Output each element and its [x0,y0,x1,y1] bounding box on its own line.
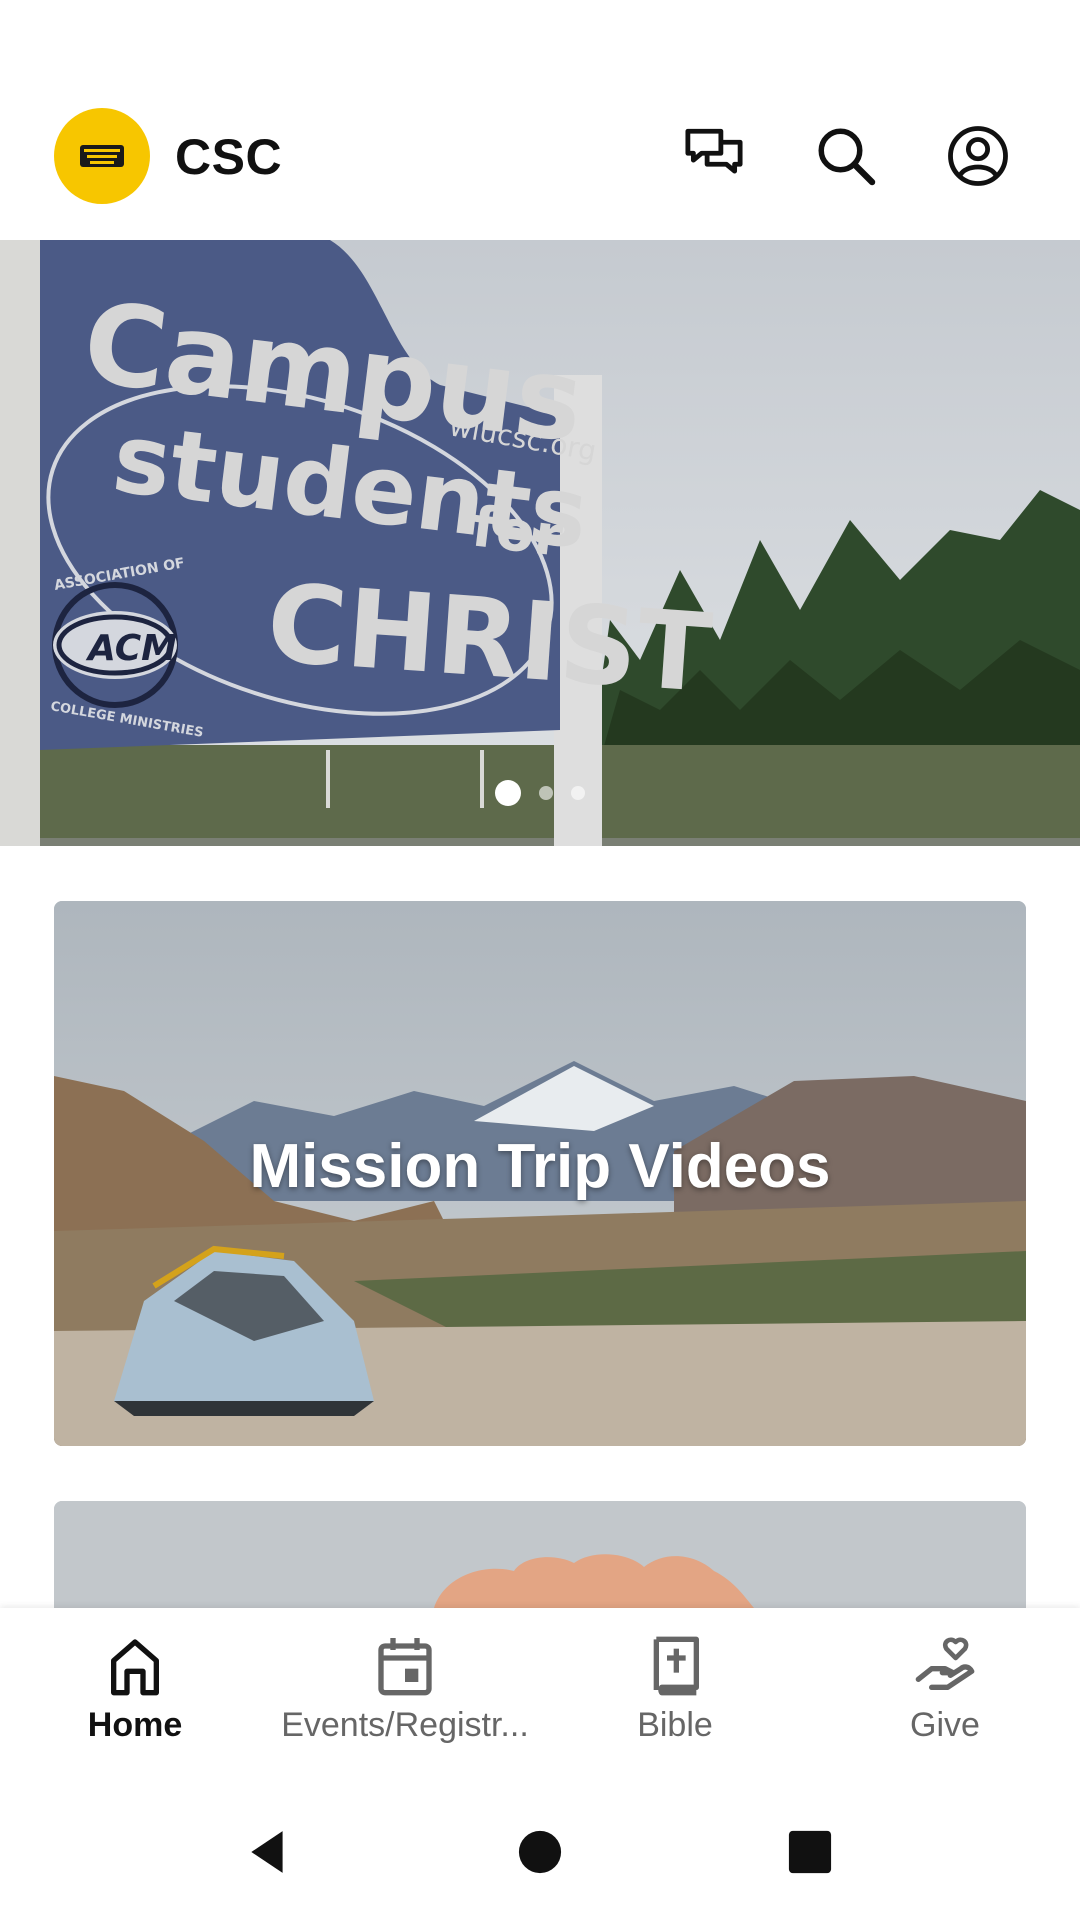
carousel-indicator [0,780,1080,806]
home-circle-icon [518,1830,562,1874]
app-title: CSC [175,129,283,185]
nav-item-bible[interactable]: Bible [540,1634,810,1745]
carousel-dot[interactable] [495,780,521,806]
system-navigation-bar [0,1780,1080,1920]
nav-item-give[interactable]: Give [810,1634,1080,1745]
hero-image: ACM ASSOCIATION OF COLLEGE MINISTRIES Ca… [0,240,1080,846]
nav-label-give: Give [910,1706,980,1744]
recents-square-icon [788,1830,832,1874]
account-icon [948,126,1008,186]
bible-icon [653,1636,699,1696]
recents-button[interactable] [780,1822,840,1882]
search-icon [818,128,876,186]
nav-label-home: Home [87,1706,183,1744]
app-header: CSC [0,90,1080,240]
calendar-icon [378,1638,432,1696]
nav-label-bible: Bible [637,1706,713,1744]
mission-trip-videos-card[interactable]: Mission Trip Videos [54,901,1026,1446]
card-image [54,1501,1026,1608]
nav-label-events: Events/Registr... [281,1706,529,1744]
hero-sign-line3: for [468,494,566,570]
hero-badge-mid: ACM [85,628,177,669]
hero-carousel[interactable]: ACM ASSOCIATION OF COLLEGE MINISTRIES Ca… [0,240,1080,846]
back-icon [251,1831,283,1873]
chat-icon [685,128,743,174]
app-logo[interactable] [54,108,150,204]
card-title: Mission Trip Videos [249,1132,831,1201]
search-button[interactable] [808,118,884,194]
give-icon [915,1637,975,1690]
nav-item-events[interactable]: Events/Registr... [270,1634,540,1745]
nav-item-home[interactable]: Home [0,1634,270,1745]
chat-button[interactable] [676,118,752,194]
carousel-dot[interactable] [539,786,553,800]
back-button[interactable] [238,1822,298,1882]
logo-art [80,145,124,167]
account-button[interactable] [940,118,1016,194]
status-bar [0,0,1080,90]
home-system-button[interactable] [510,1822,570,1882]
content-card[interactable] [54,1501,1026,1608]
home-icon [111,1639,159,1696]
bottom-navigation: Home Events/Registr... Bible Give [0,1608,1080,1780]
carousel-dot[interactable] [571,786,585,800]
